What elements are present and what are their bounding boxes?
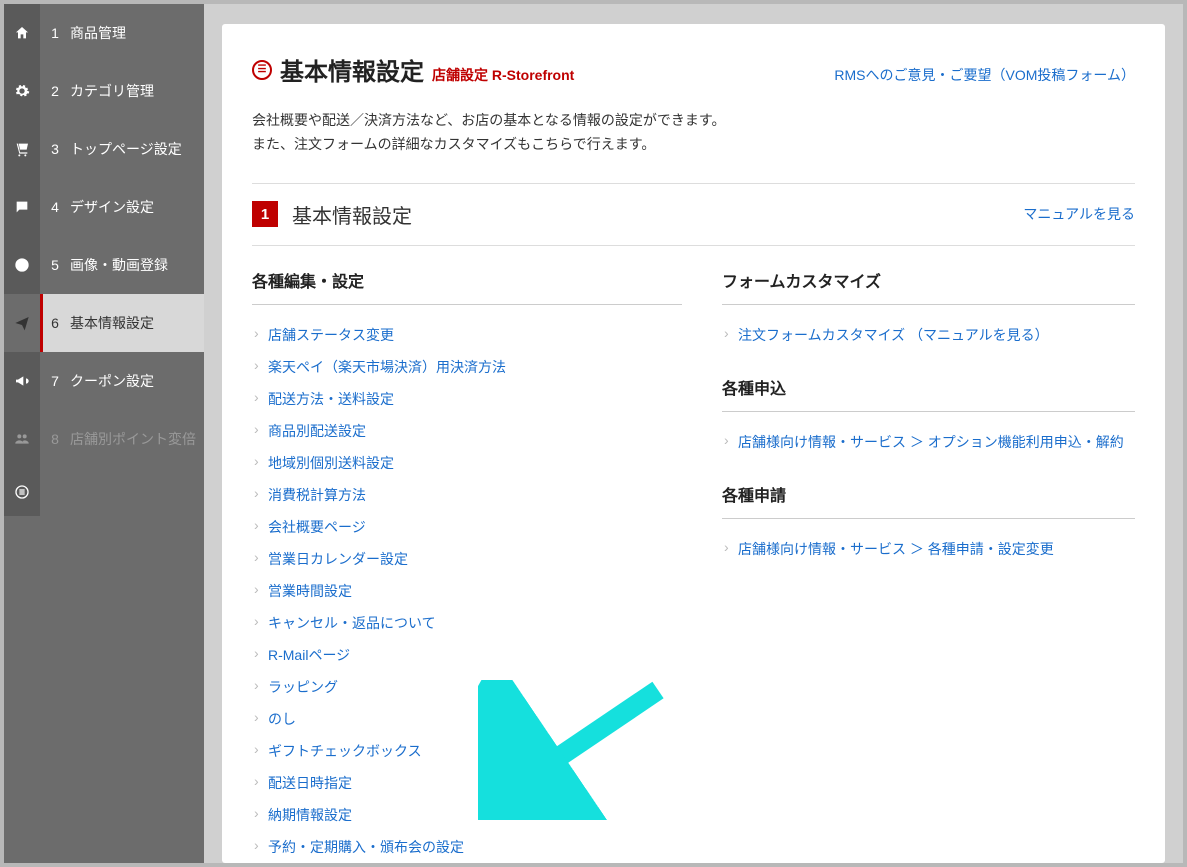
sidebar-item-coupon[interactable]: 7 クーポン設定 bbox=[4, 352, 204, 410]
sidebar-item-num: 8 bbox=[44, 431, 66, 447]
sidebar: 1 商品管理 2 カテゴリ管理 3 トップページ設定 4 デザイン設定 5 画像… bbox=[4, 4, 204, 863]
page-description: 会社概要や配送／決済方法など、お店の基本となる情報の設定ができます。 また、注文… bbox=[252, 109, 1135, 157]
list-icon bbox=[14, 484, 30, 500]
sidebar-item-num: 3 bbox=[44, 141, 66, 157]
desc-line: 会社概要や配送／決済方法など、お店の基本となる情報の設定ができます。 bbox=[252, 109, 1135, 133]
bullet-list-icon: ☰ bbox=[252, 60, 272, 80]
sidebar-item-label: デザイン設定 bbox=[66, 197, 204, 217]
link-shop-status[interactable]: 店舗ステータス変更 bbox=[268, 327, 394, 343]
link-note: （マニュアルを見る） bbox=[909, 327, 1049, 343]
link-setting-change[interactable]: 店舗様向け情報・サービス ＞ 各種申請・設定変更 bbox=[738, 541, 1054, 557]
sidebar-item-num: 4 bbox=[44, 199, 66, 215]
right-heading-apply: 各種申込 bbox=[722, 375, 1135, 412]
link-calendar[interactable]: 営業日カレンダー設定 bbox=[268, 551, 408, 567]
home-icon bbox=[14, 25, 30, 41]
sidebar-item-category[interactable]: 2 カテゴリ管理 bbox=[4, 62, 204, 120]
link-rmail[interactable]: R-Mailページ bbox=[268, 647, 350, 663]
link-gift-checkbox[interactable]: ギフトチェックボックス bbox=[268, 743, 422, 759]
page-title: 基本情報設定 bbox=[280, 52, 424, 87]
link-delivery-date[interactable]: 配送日時指定 bbox=[268, 775, 352, 791]
megaphone-icon bbox=[14, 373, 30, 389]
link-text: 注文フォームカスタマイズ bbox=[738, 327, 909, 343]
right-heading-form: フォームカスタマイズ bbox=[722, 268, 1135, 305]
pie-icon bbox=[14, 257, 30, 273]
link-noshi[interactable]: のし bbox=[268, 711, 296, 727]
manual-link[interactable]: マニュアルを見る bbox=[1023, 204, 1135, 224]
link-option-apply[interactable]: 店舗様向け情報・サービス ＞ オプション機能利用申込・解約 bbox=[738, 434, 1124, 450]
sidebar-item-media[interactable]: 5 画像・動画登録 bbox=[4, 236, 204, 294]
gear-icon bbox=[14, 83, 30, 99]
sidebar-item-label: 店舗別ポイント変倍 bbox=[66, 429, 204, 449]
cart-icon bbox=[14, 141, 30, 157]
link-rakuten-pay[interactable]: 楽天ペイ（楽天市場決済）用決済方法 bbox=[268, 359, 506, 375]
link-hours[interactable]: 営業時間設定 bbox=[268, 583, 352, 599]
edit-settings-list: 店舗ステータス変更 楽天ペイ（楽天市場決済）用決済方法 配送方法・送料設定 商品… bbox=[252, 319, 682, 863]
panel: ☰ 基本情報設定 店舗設定 R-Storefront RMSへのご意見・ご要望（… bbox=[222, 24, 1165, 863]
feedback-link[interactable]: RMSへのご意見・ご要望（VOM投稿フォーム） bbox=[834, 65, 1135, 85]
sidebar-item-num: 6 bbox=[44, 315, 66, 331]
sidebar-item-num: 1 bbox=[44, 25, 66, 41]
section-badge: 1 bbox=[252, 201, 278, 227]
link-company-page[interactable]: 会社概要ページ bbox=[268, 519, 366, 535]
page-subtitle: 店舗設定 R-Storefront bbox=[432, 65, 574, 85]
section-title: 基本情報設定 bbox=[292, 200, 412, 229]
sidebar-item-num: 5 bbox=[44, 257, 66, 273]
link-product-shipping[interactable]: 商品別配送設定 bbox=[268, 423, 366, 439]
section-header: 1 基本情報設定 マニュアルを見る bbox=[252, 183, 1135, 246]
link-wrapping[interactable]: ラッピング bbox=[268, 679, 338, 695]
sidebar-item-label: クーポン設定 bbox=[66, 371, 204, 391]
sidebar-item-toppage[interactable]: 3 トップページ設定 bbox=[4, 120, 204, 178]
sidebar-item-label: 商品管理 bbox=[66, 23, 204, 43]
sidebar-item-label: カテゴリ管理 bbox=[66, 81, 204, 101]
users-icon bbox=[14, 431, 30, 447]
sidebar-item-basicinfo[interactable]: 6 基本情報設定 bbox=[4, 294, 204, 352]
link-shipping[interactable]: 配送方法・送料設定 bbox=[268, 391, 394, 407]
sidebar-item-label: 画像・動画登録 bbox=[66, 255, 204, 275]
sidebar-item-num: 7 bbox=[44, 373, 66, 389]
left-heading: 各種編集・設定 bbox=[252, 268, 682, 305]
link-tax[interactable]: 消費税計算方法 bbox=[268, 487, 366, 503]
sidebar-item-num: 2 bbox=[44, 83, 66, 99]
chat-icon bbox=[14, 199, 30, 215]
sidebar-item-design[interactable]: 4 デザイン設定 bbox=[4, 178, 204, 236]
sidebar-item-products[interactable]: 1 商品管理 bbox=[4, 4, 204, 62]
link-leadtime[interactable]: 納期情報設定 bbox=[268, 807, 352, 823]
sidebar-item-points: 8 店舗別ポイント変倍 bbox=[4, 410, 204, 468]
sidebar-more[interactable] bbox=[4, 468, 40, 516]
link-cancel-return[interactable]: キャンセル・返品について bbox=[268, 615, 436, 631]
main-content: ☰ 基本情報設定 店舗設定 R-Storefront RMSへのご意見・ご要望（… bbox=[204, 4, 1183, 863]
desc-line: また、注文フォームの詳細なカスタマイズもこちらで行えます。 bbox=[252, 133, 1135, 157]
right-heading-request: 各種申請 bbox=[722, 482, 1135, 519]
link-subscription[interactable]: 予約・定期購入・頒布会の設定 bbox=[268, 839, 464, 855]
link-region-shipping[interactable]: 地域別個別送料設定 bbox=[268, 455, 394, 471]
sidebar-item-label: トップページ設定 bbox=[66, 139, 204, 159]
send-icon bbox=[14, 315, 30, 331]
sidebar-item-label: 基本情報設定 bbox=[66, 313, 204, 333]
link-order-form-customize[interactable]: 注文フォームカスタマイズ （マニュアルを見る） bbox=[738, 327, 1049, 343]
